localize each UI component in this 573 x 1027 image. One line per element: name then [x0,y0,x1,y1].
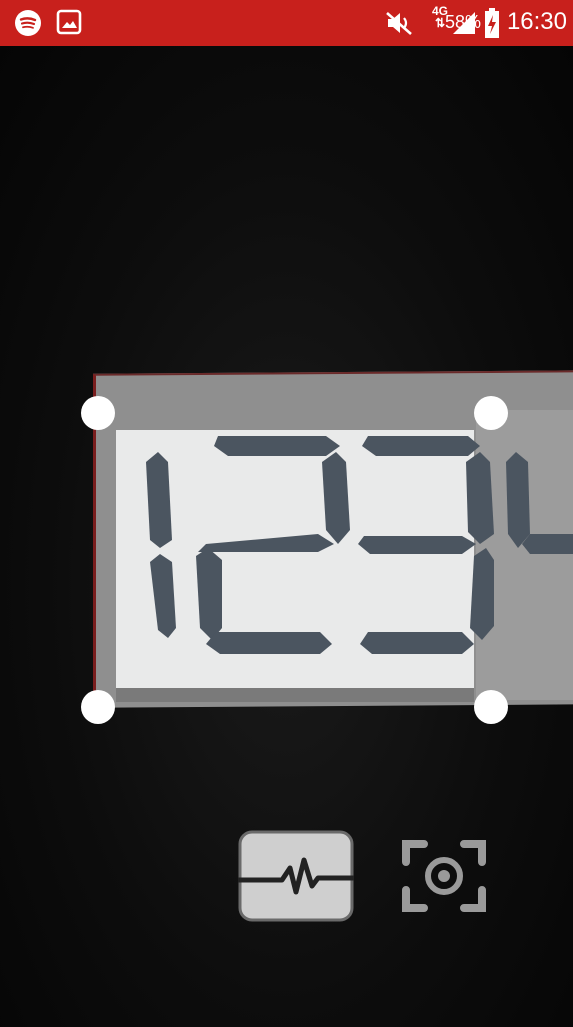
focus-capture-icon [402,840,486,912]
measure-button[interactable] [235,830,357,927]
crop-handle-bottom-right[interactable] [474,690,508,724]
crop-handle-top-left[interactable] [81,396,115,430]
pulse-icon [235,830,357,922]
crop-handle-bottom-left[interactable] [81,690,115,724]
crop-handle-top-right[interactable] [474,396,508,430]
capture-button[interactable] [396,832,492,925]
